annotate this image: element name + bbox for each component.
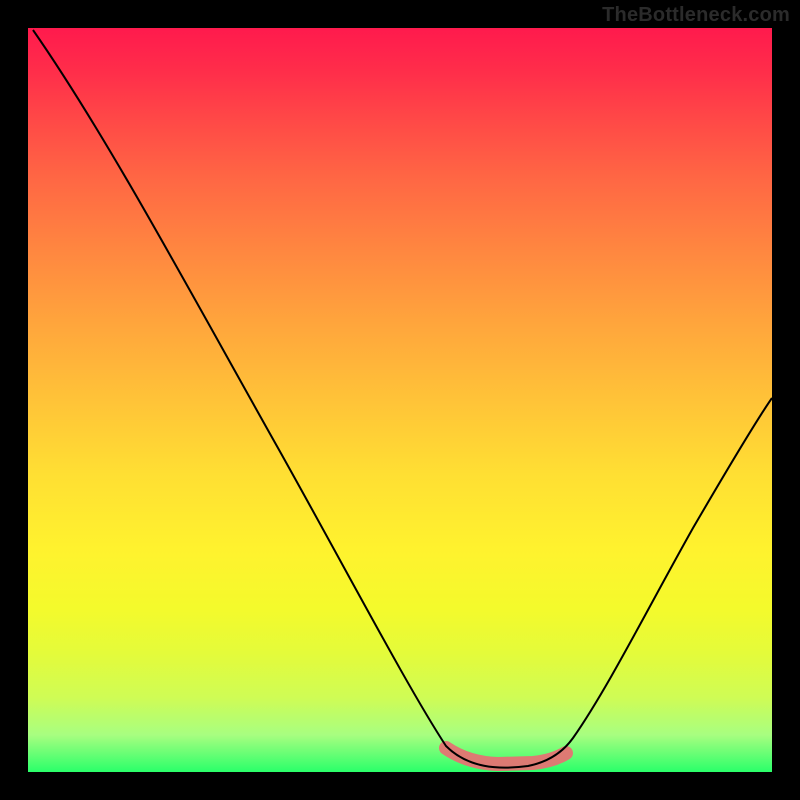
chart-svg [28,28,772,772]
plot-area [28,28,772,772]
watermark-text: TheBottleneck.com [602,4,790,27]
optimal-range-highlight [446,748,566,764]
chart-container: TheBottleneck.com [0,0,800,800]
bottleneck-curve [33,30,772,768]
